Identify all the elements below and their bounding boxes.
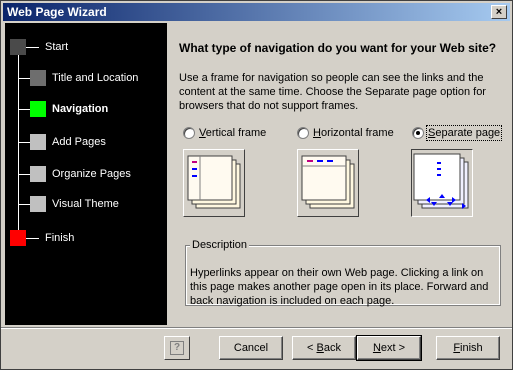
radio-circle[interactable] [297,127,309,139]
window-title: Web Page Wizard [7,5,107,19]
step-title-and-location[interactable]: Title and Location [5,69,167,89]
step-label: Visual Theme [52,198,119,210]
step-label: Title and Location [52,72,139,84]
step-label: Organize Pages [52,168,131,180]
step-organize-pages[interactable]: Organize Pages [5,165,167,185]
step-connector [18,78,30,79]
back-prefix: < [307,342,317,354]
radio-circle[interactable] [412,127,424,139]
step-label: Finish [45,232,75,244]
step-marker-icon [30,70,46,86]
step-marker-icon [30,101,46,117]
step-connector [18,174,30,175]
label-text: eparate page [435,127,501,139]
label-text: ertical frame [205,127,267,139]
accelerator-key: B [316,342,324,354]
step-start[interactable]: Start [5,38,167,58]
title-bar[interactable]: Web Page Wizard × [3,3,510,21]
back-button[interactable]: < Back [292,336,356,360]
step-label: Add Pages [52,136,106,148]
step-connector [18,109,30,110]
horizontal-frame-radio[interactable]: Horizontal frame [297,127,394,139]
step-add-pages[interactable]: Add Pages [5,133,167,153]
description-group: Description Hyperlinks appear on their o… [185,239,501,307]
page-heading: What type of navigation do you want for … [179,41,497,55]
separate-page-tile[interactable] [411,149,473,217]
vertical-frame-icon [187,155,241,209]
separate-page-radio[interactable]: Separate page [412,125,503,141]
horizontal-frame-tile[interactable] [297,149,359,217]
accelerator-key: N [372,342,381,354]
step-marker-icon [30,166,46,182]
step-marker-icon [10,39,26,55]
cancel-button[interactable]: Cancel [219,336,283,360]
help-icon: ? [170,341,184,355]
step-visual-theme[interactable]: Visual Theme [5,195,167,215]
separate-page-label: Separate page [425,125,503,141]
help-button[interactable]: ? [164,336,190,360]
finish-button[interactable]: Finish [436,336,500,360]
wizard-window: Web Page Wizard × Start Title and Locati… [0,0,513,370]
label-text: ack [323,342,341,354]
content-pane: What type of navigation do you want for … [167,23,510,325]
step-label: Navigation [52,103,109,115]
horizontal-frame-icon [301,155,355,209]
wizard-steps-pane: Start Title and Location Navigation Add … [5,23,167,325]
label-text: ext > [380,342,406,354]
step-label: Start [45,41,69,53]
step-marker-icon [10,230,26,246]
label-text: orizontal frame [320,127,394,139]
description-title: Description [190,239,250,251]
step-marker-icon [30,134,46,150]
accelerator-key: H [313,127,321,139]
button-bar-separator [1,327,512,329]
step-connector [26,238,39,239]
next-button[interactable]: Next > [356,335,422,361]
accelerator-key: V [199,127,206,139]
close-button[interactable]: × [491,5,507,19]
radio-circle[interactable] [183,127,195,139]
horizontal-frame-label: Horizontal frame [313,127,394,139]
vertical-frame-tile[interactable] [183,149,245,217]
label-text: inish [460,342,483,354]
vertical-frame-label: Vertical frame [199,127,266,139]
step-connector [18,204,30,205]
description-text: Hyperlinks appear on their own Web page.… [190,267,489,307]
separate-page-icon [413,153,469,209]
step-finish[interactable]: Finish [5,229,167,249]
intro-text: Use a frame for navigation so people can… [179,72,486,112]
step-connector [18,142,30,143]
vertical-frame-radio[interactable]: Vertical frame [183,127,266,139]
step-marker-icon [30,196,46,212]
step-navigation[interactable]: Navigation [5,100,167,120]
step-connector [26,47,39,48]
